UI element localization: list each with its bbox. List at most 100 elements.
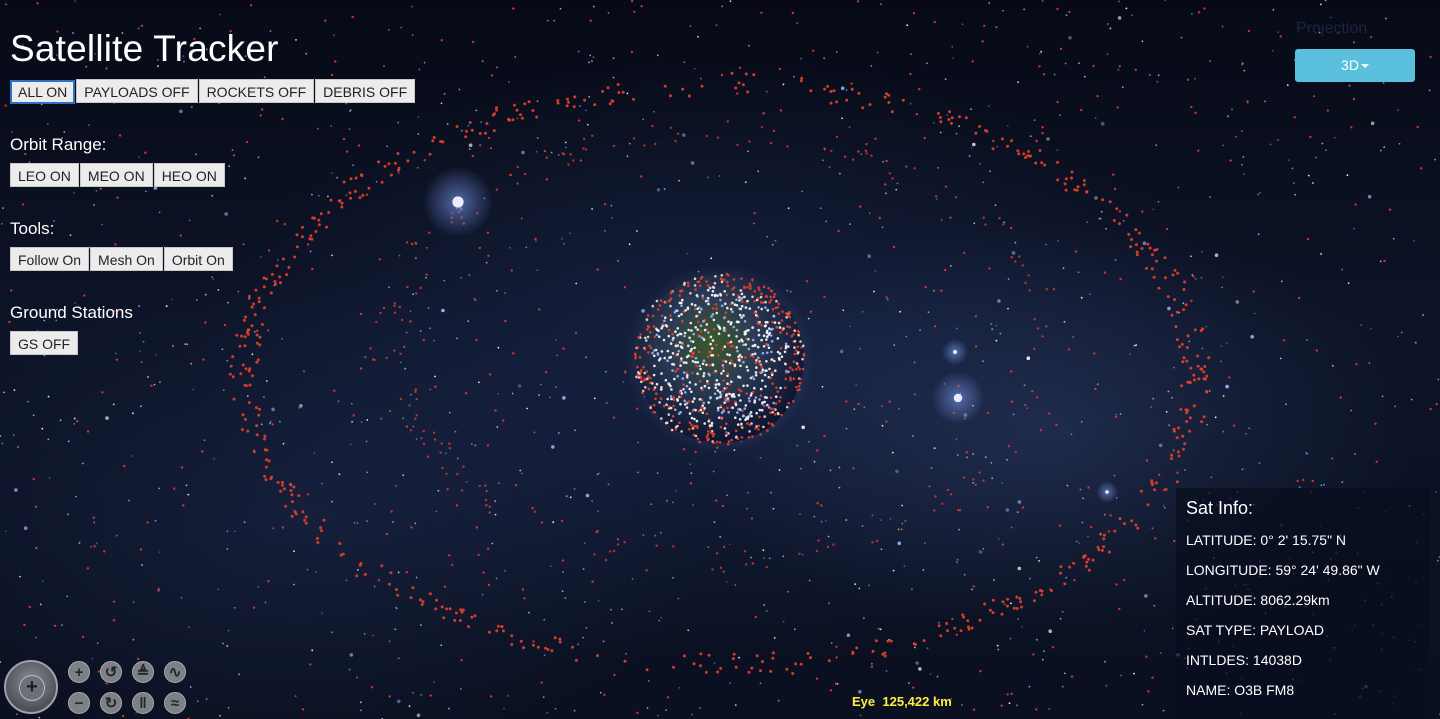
star-dot	[73, 423, 76, 425]
star-dot	[1353, 227, 1355, 230]
star-dot	[553, 19, 556, 22]
star-dot	[787, 207, 790, 210]
zoom-out-icon[interactable]: −	[68, 692, 90, 714]
orbit-ring-dot	[750, 666, 754, 670]
debris-dot	[616, 259, 620, 263]
star-dot	[1271, 49, 1274, 52]
projection-dropdown[interactable]: 3D	[1295, 49, 1415, 82]
star-dot	[35, 636, 37, 639]
follow-button[interactable]: Follow On	[10, 247, 90, 271]
zoom-in-icon[interactable]: +	[68, 661, 90, 683]
tools-label: Tools:	[10, 219, 55, 238]
star-dot	[497, 346, 500, 349]
orbit-ring-dot	[1129, 245, 1133, 249]
globe-viewport[interactable]: Satellite Tracker ALL ON PAYLOADS OFF ROCK…	[0, 0, 1440, 719]
star-dot	[938, 621, 940, 624]
leo-satellite-dot	[666, 359, 669, 363]
debris-dot	[779, 109, 783, 112]
orbit-button[interactable]: Orbit On	[163, 247, 233, 271]
orbit-ring-dot	[1084, 564, 1088, 568]
orbit-ring-dot	[674, 139, 677, 143]
gs-button[interactable]: GS OFF	[10, 331, 79, 355]
leo-satellite-dot	[738, 340, 741, 343]
debris-dot	[589, 19, 592, 22]
star-dot	[757, 170, 760, 173]
orbit-ring-dot	[871, 541, 874, 544]
leo-satellite-dot	[638, 355, 642, 359]
orbit-ring-dot	[284, 504, 288, 508]
star-dot	[1068, 36, 1072, 40]
leo-satellite-dot	[744, 356, 747, 359]
star-dot	[448, 411, 451, 414]
rotate-left-icon[interactable]: ↺	[100, 661, 122, 683]
star-dot	[899, 310, 902, 313]
star-dot	[863, 406, 866, 409]
debris-dot	[1090, 525, 1093, 529]
leo-satellite-dot	[753, 299, 756, 303]
star-dot	[873, 290, 875, 293]
water-icon[interactable]: ≈	[164, 692, 186, 714]
debris-off-button[interactable]: DEBRIS OFF	[315, 79, 416, 103]
pan-icon[interactable]: +	[19, 675, 45, 701]
star-dot	[719, 535, 722, 538]
star-dot	[1125, 7, 1128, 10]
star-dot	[73, 192, 75, 194]
leo-satellite-dot	[770, 373, 774, 377]
sat-altitude: ALTITUDE: 8062.29km	[1186, 592, 1330, 608]
leo-satellite-dot	[715, 307, 718, 311]
meo-button[interactable]: MEO ON	[79, 163, 153, 187]
leo-satellite-dot	[694, 356, 698, 360]
orbit-ring-dot	[1067, 348, 1071, 351]
compass-icon[interactable]: +	[4, 660, 58, 714]
star-dot	[1321, 142, 1324, 145]
star-dot	[972, 453, 974, 455]
terrain-icon[interactable]: ∿	[164, 661, 186, 683]
heo-button[interactable]: HEO ON	[153, 163, 225, 187]
star-dot	[504, 292, 506, 294]
leo-satellite-dot	[741, 409, 744, 413]
orbit-ring-dot	[246, 429, 250, 433]
leo-satellite-dot	[718, 391, 722, 394]
debris-dot	[603, 203, 607, 206]
debris-dot	[301, 708, 305, 711]
leo-satellite-dot	[750, 414, 753, 418]
rotate-right-icon[interactable]: ↻	[100, 692, 122, 714]
debris-dot	[1375, 460, 1378, 463]
star-dot	[905, 335, 908, 338]
star-dot	[349, 653, 354, 657]
orbit-ring-dot	[262, 285, 266, 289]
leo-satellite-dot	[706, 288, 710, 292]
leo-satellite-dot	[771, 410, 774, 414]
leo-button[interactable]: LEO ON	[10, 163, 79, 187]
rockets-off-button[interactable]: ROCKETS OFF	[198, 79, 315, 103]
leo-satellite-dot	[643, 371, 646, 375]
leo-satellite-dot	[651, 314, 655, 318]
leo-satellite-dot	[792, 377, 795, 381]
tilt-up-icon[interactable]: ≜	[132, 661, 154, 683]
leo-satellite-dot	[726, 280, 729, 284]
all-on-button[interactable]: ALL ON	[10, 80, 76, 104]
star-dot	[970, 146, 973, 149]
orbit-ring-dot	[1118, 517, 1122, 521]
orbit-ring-dot	[945, 622, 949, 625]
leo-satellite-dot	[682, 371, 686, 374]
star-dot	[782, 83, 785, 86]
leo-satellite-dot	[734, 403, 738, 407]
star-dot	[556, 354, 559, 357]
orbit-ring-dot	[832, 543, 835, 546]
orbit-ring-dot	[1172, 427, 1176, 431]
orbit-ring-dot	[572, 105, 576, 109]
debris-dot	[504, 319, 507, 323]
debris-dot	[1107, 530, 1111, 533]
debris-dot	[603, 693, 606, 696]
mesh-button[interactable]: Mesh On	[90, 247, 163, 271]
leo-satellite-dot	[764, 300, 767, 304]
tilt-down-icon[interactable]: ‖	[132, 692, 154, 714]
debris-dot	[912, 686, 915, 689]
leo-satellite-dot	[771, 320, 774, 324]
leo-satellite-dot	[686, 306, 690, 310]
orbit-ring-dot	[950, 121, 953, 125]
star-dot	[331, 500, 333, 503]
eye-value: 125,422 km	[882, 694, 952, 709]
payloads-off-button[interactable]: PAYLOADS OFF	[76, 79, 198, 103]
